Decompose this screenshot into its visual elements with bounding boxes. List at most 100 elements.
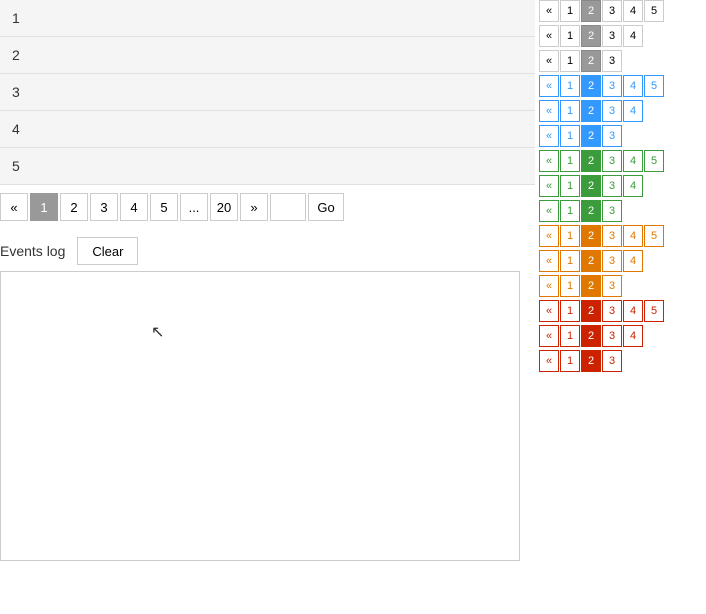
pag-2[interactable]: 2: [581, 275, 601, 297]
paginator-row-6: « 1 2 3: [539, 125, 706, 147]
pag-1[interactable]: 1: [560, 75, 580, 97]
pag-1[interactable]: 1: [560, 100, 580, 122]
pag-prev[interactable]: «: [539, 200, 559, 222]
pag-3[interactable]: 3: [602, 25, 622, 47]
page-4-button[interactable]: 4: [120, 193, 148, 221]
pag-3[interactable]: 3: [602, 275, 622, 297]
pag-4[interactable]: 4: [623, 150, 643, 172]
left-panel: 1 2 3 4 5 « 1 2 3 4 5 ... 20 » Go Events…: [0, 0, 535, 614]
pag-prev[interactable]: «: [539, 0, 559, 22]
pag-prev[interactable]: «: [539, 325, 559, 347]
pag-1[interactable]: 1: [560, 50, 580, 72]
pag-3[interactable]: 3: [602, 125, 622, 147]
pag-1[interactable]: 1: [560, 300, 580, 322]
pag-3[interactable]: 3: [602, 100, 622, 122]
pag-2[interactable]: 2: [581, 325, 601, 347]
table-row: 2: [0, 37, 535, 74]
pag-1[interactable]: 1: [560, 175, 580, 197]
table-row: 1: [0, 0, 535, 37]
last-page-button[interactable]: 20: [210, 193, 238, 221]
page-5-button[interactable]: 5: [150, 193, 178, 221]
page-number-input[interactable]: [270, 193, 306, 221]
paginator-row-14: « 1 2 3 4: [539, 325, 706, 347]
pag-3[interactable]: 3: [602, 225, 622, 247]
pag-1[interactable]: 1: [560, 0, 580, 22]
pag-2[interactable]: 2: [581, 250, 601, 272]
pag-1[interactable]: 1: [560, 25, 580, 47]
page-1-button[interactable]: 1: [30, 193, 58, 221]
pag-2[interactable]: 2: [581, 25, 601, 47]
paginator-row-1: « 1 2 3 4 5: [539, 0, 706, 22]
pag-4[interactable]: 4: [623, 100, 643, 122]
pag-5[interactable]: 5: [644, 300, 664, 322]
pag-prev[interactable]: «: [539, 100, 559, 122]
pag-2[interactable]: 2: [581, 225, 601, 247]
pag-4[interactable]: 4: [623, 250, 643, 272]
pag-prev[interactable]: «: [539, 350, 559, 372]
pag-prev[interactable]: «: [539, 225, 559, 247]
pag-2[interactable]: 2: [581, 300, 601, 322]
pag-prev[interactable]: «: [539, 25, 559, 47]
pag-3[interactable]: 3: [602, 200, 622, 222]
events-header: Events log Clear: [0, 237, 535, 265]
pag-4[interactable]: 4: [623, 75, 643, 97]
pag-3[interactable]: 3: [602, 75, 622, 97]
pag-1[interactable]: 1: [560, 250, 580, 272]
pag-prev[interactable]: «: [539, 150, 559, 172]
next-page-button[interactable]: »: [240, 193, 268, 221]
pag-2[interactable]: 2: [581, 200, 601, 222]
pag-4[interactable]: 4: [623, 325, 643, 347]
pag-2[interactable]: 2: [581, 150, 601, 172]
pag-4[interactable]: 4: [623, 0, 643, 22]
pag-1[interactable]: 1: [560, 150, 580, 172]
pag-5[interactable]: 5: [644, 150, 664, 172]
pag-5[interactable]: 5: [644, 0, 664, 22]
clear-button[interactable]: Clear: [77, 237, 138, 265]
pag-2[interactable]: 2: [581, 125, 601, 147]
pag-4[interactable]: 4: [623, 25, 643, 47]
pag-prev[interactable]: «: [539, 250, 559, 272]
pag-prev[interactable]: «: [539, 50, 559, 72]
pag-2[interactable]: 2: [581, 0, 601, 22]
pag-5[interactable]: 5: [644, 225, 664, 247]
pag-2[interactable]: 2: [581, 350, 601, 372]
pag-1[interactable]: 1: [560, 125, 580, 147]
pag-4[interactable]: 4: [623, 300, 643, 322]
pag-prev[interactable]: «: [539, 75, 559, 97]
right-panel: « 1 2 3 4 5 « 1 2 3 4 « 1 2 3 « 1 2 3 4 …: [535, 0, 706, 614]
pag-3[interactable]: 3: [602, 325, 622, 347]
pag-3[interactable]: 3: [602, 150, 622, 172]
pag-3[interactable]: 3: [602, 0, 622, 22]
pag-prev[interactable]: «: [539, 175, 559, 197]
pag-3[interactable]: 3: [602, 350, 622, 372]
pag-2[interactable]: 2: [581, 175, 601, 197]
pagination-bar: « 1 2 3 4 5 ... 20 » Go: [0, 185, 535, 229]
pag-prev[interactable]: «: [539, 125, 559, 147]
pag-4[interactable]: 4: [623, 175, 643, 197]
pag-5[interactable]: 5: [644, 75, 664, 97]
pag-1[interactable]: 1: [560, 325, 580, 347]
prev-page-button[interactable]: «: [0, 193, 28, 221]
pag-2[interactable]: 2: [581, 100, 601, 122]
pag-prev[interactable]: «: [539, 300, 559, 322]
pag-3[interactable]: 3: [602, 250, 622, 272]
cursor-icon: ↖: [151, 322, 164, 342]
pag-1[interactable]: 1: [560, 275, 580, 297]
pag-4[interactable]: 4: [623, 225, 643, 247]
pag-3[interactable]: 3: [602, 50, 622, 72]
pag-prev[interactable]: «: [539, 275, 559, 297]
paginator-row-4: « 1 2 3 4 5: [539, 75, 706, 97]
pag-1[interactable]: 1: [560, 200, 580, 222]
pag-3[interactable]: 3: [602, 300, 622, 322]
page-3-button[interactable]: 3: [90, 193, 118, 221]
paginator-row-5: « 1 2 3 4: [539, 100, 706, 122]
table-row: 5: [0, 148, 535, 185]
page-2-button[interactable]: 2: [60, 193, 88, 221]
pag-2[interactable]: 2: [581, 50, 601, 72]
paginator-row-11: « 1 2 3 4: [539, 250, 706, 272]
pag-1[interactable]: 1: [560, 350, 580, 372]
pag-2[interactable]: 2: [581, 75, 601, 97]
go-button[interactable]: Go: [308, 193, 344, 221]
pag-1[interactable]: 1: [560, 225, 580, 247]
pag-3[interactable]: 3: [602, 175, 622, 197]
